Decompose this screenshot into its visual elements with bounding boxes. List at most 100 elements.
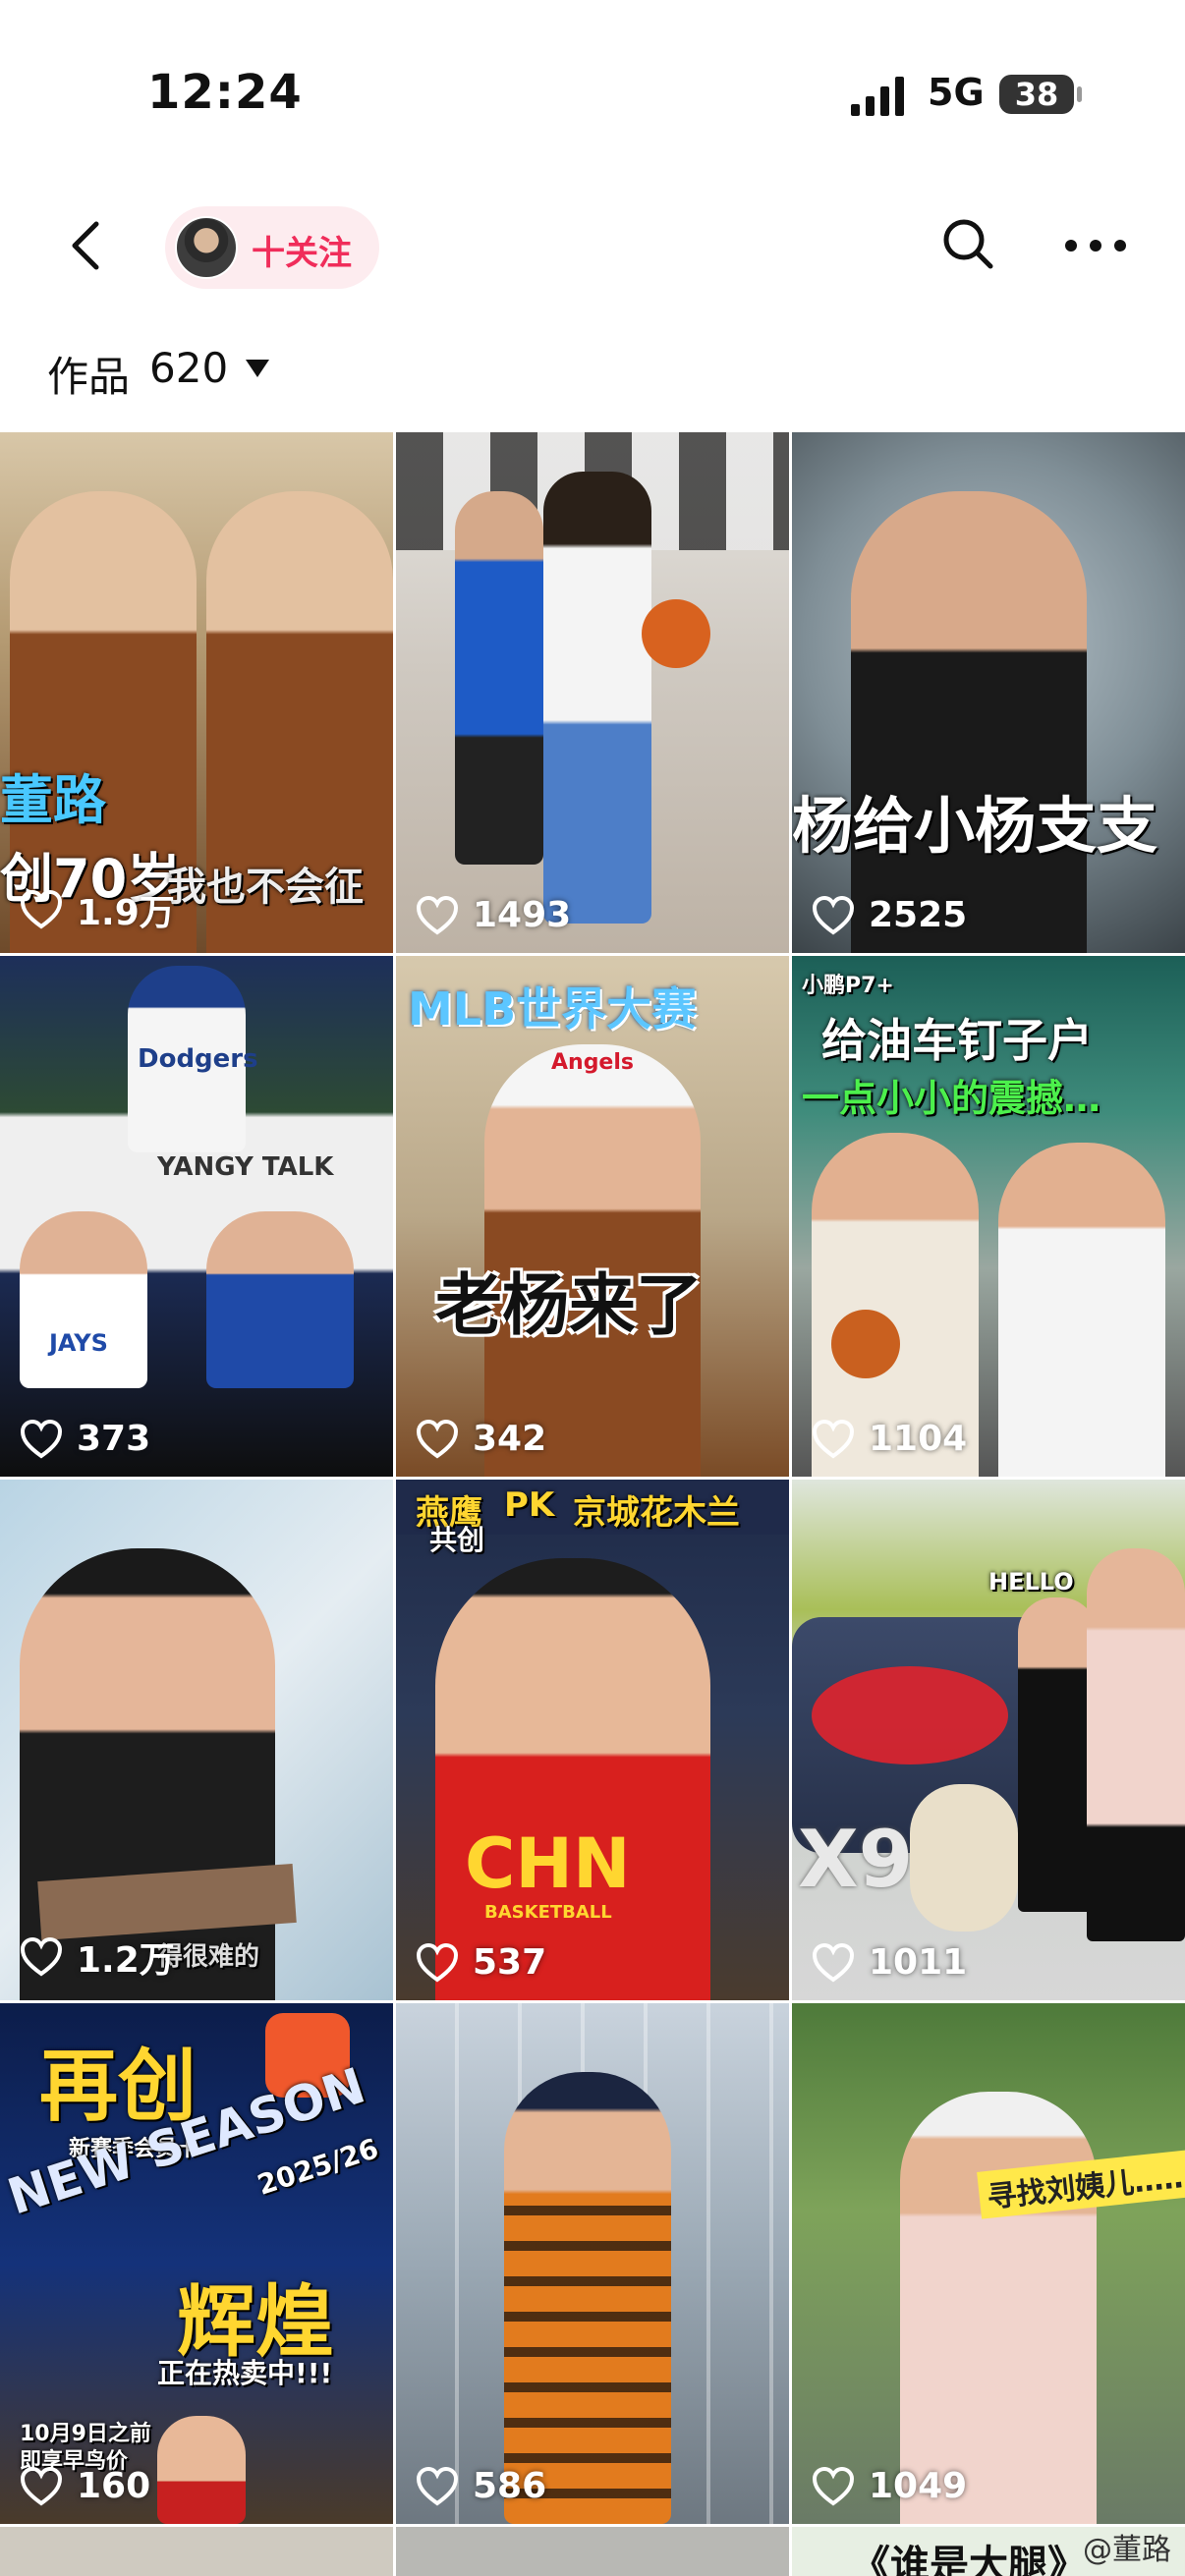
video-tile[interactable]: 再创 新赛季会员卡 NEW SEASON 2025/26 辉煌 正在热卖中!!!… bbox=[0, 2003, 393, 2524]
thumbnail-caption: 正在热卖中!!! bbox=[157, 2357, 333, 2389]
like-count-value: 1493 bbox=[473, 895, 572, 935]
thumbnail-figure bbox=[1018, 1597, 1097, 1912]
video-tile[interactable]: 586 bbox=[396, 2003, 789, 2524]
avatar[interactable] bbox=[175, 216, 238, 279]
video-tile[interactable]: 得很难的 1.2万 bbox=[0, 1480, 393, 2000]
heart-icon bbox=[416, 1942, 459, 1982]
thumbnail-caption: 老杨来了 bbox=[435, 1267, 704, 1345]
thumbnail-figure bbox=[851, 491, 1087, 953]
thumbnail-figure bbox=[435, 1558, 710, 2000]
network-type: 5G bbox=[928, 71, 985, 114]
thumbnail-figure bbox=[20, 1211, 147, 1388]
watermark: @董路 bbox=[1083, 2533, 1171, 2567]
heart-icon bbox=[812, 895, 855, 934]
status-time: 12:24 bbox=[147, 65, 303, 120]
video-tile[interactable] bbox=[396, 2527, 789, 2576]
thumbnail-caption: 董路 bbox=[0, 769, 106, 831]
heart-icon bbox=[20, 890, 63, 929]
thumbnail-figure bbox=[812, 1666, 1008, 1764]
video-tile[interactable]: 寻找刘姨儿…… 1049 bbox=[792, 2003, 1185, 2524]
like-count-value: 373 bbox=[77, 1419, 151, 1459]
status-bar: 12:24 5G 38 bbox=[0, 0, 1185, 187]
heart-icon bbox=[20, 1419, 63, 1458]
thumbnail-figure bbox=[642, 599, 710, 668]
like-count: 1049 bbox=[812, 2466, 967, 2506]
thumbnail-figure bbox=[543, 472, 651, 924]
like-count-value: 1104 bbox=[869, 1419, 968, 1459]
back-icon[interactable] bbox=[59, 216, 118, 275]
like-count-value: 537 bbox=[473, 1942, 547, 1983]
thumbnail-caption: BASKETBALL bbox=[484, 1902, 612, 1923]
video-tile[interactable]: 董路 创70岁 我也不会征 1.9万 bbox=[0, 432, 393, 953]
heart-icon bbox=[812, 1419, 855, 1458]
like-count-value: 342 bbox=[473, 1419, 547, 1459]
thumbnail-figure bbox=[910, 1784, 1018, 1932]
video-tile[interactable]: Dodgers YANGY TALK JAYS 373 bbox=[0, 956, 393, 1477]
like-count-value: 1011 bbox=[869, 1942, 968, 1983]
heart-icon bbox=[20, 2466, 63, 2505]
more-icon[interactable] bbox=[1061, 216, 1130, 275]
works-count: 620 bbox=[149, 344, 229, 392]
thumbnail-caption: 一点小小的震撼… bbox=[802, 1077, 1101, 1120]
follow-button[interactable]: 十关注 bbox=[165, 206, 379, 289]
works-label: 作品 bbox=[47, 353, 131, 401]
thumbnail-caption: 杨给小杨支支 bbox=[792, 790, 1158, 862]
like-count-value: 160 bbox=[77, 2466, 151, 2506]
thumbnail-figure bbox=[900, 2092, 1097, 2524]
search-icon[interactable] bbox=[938, 214, 997, 273]
like-count-value: 2525 bbox=[869, 895, 968, 935]
works-selector[interactable]: 作品 620 bbox=[0, 334, 1185, 413]
video-tile[interactable]: 1493 bbox=[396, 432, 789, 953]
heart-icon bbox=[416, 895, 459, 934]
heart-icon bbox=[812, 1942, 855, 1982]
nav-bar: 十关注 bbox=[0, 187, 1185, 309]
thumbnail-caption: HELLO bbox=[988, 1568, 1074, 1596]
like-count: 160 bbox=[20, 2466, 150, 2506]
like-count: 1104 bbox=[812, 1419, 967, 1459]
signal-icon bbox=[851, 77, 904, 116]
video-tile[interactable] bbox=[0, 2527, 393, 2576]
thumbnail-caption: 我也不会征 bbox=[167, 865, 364, 910]
thumbnail-caption: YANGY TALK bbox=[157, 1152, 334, 1182]
like-count: 2525 bbox=[812, 895, 967, 935]
like-count-value: 1049 bbox=[869, 2466, 968, 2506]
thumbnail-caption: CHN bbox=[465, 1823, 631, 1904]
video-tile[interactable]: 小鹏P7+ 给油车钉子户 一点小小的震撼… 1104 bbox=[792, 956, 1185, 1477]
like-count-value: 1.9万 bbox=[77, 893, 175, 933]
thumbnail-figure bbox=[1087, 1548, 1185, 1941]
like-count-value: 1.2万 bbox=[77, 1940, 175, 1981]
battery-icon: 38 bbox=[999, 75, 1082, 114]
thumbnail-figure bbox=[455, 491, 543, 865]
follow-label: 十关注 bbox=[252, 234, 352, 273]
like-count: 342 bbox=[416, 1419, 546, 1459]
like-count: 537 bbox=[416, 1942, 546, 1983]
thumbnail-figure bbox=[831, 1310, 900, 1378]
like-count-value: 586 bbox=[473, 2466, 547, 2506]
heart-icon bbox=[20, 1937, 63, 1977]
heart-icon bbox=[812, 2466, 855, 2505]
like-count: 586 bbox=[416, 2466, 546, 2506]
thumbnail-figure bbox=[998, 1143, 1165, 1477]
thumbnail-caption: MLB世界大赛 bbox=[408, 982, 698, 1036]
like-count: 1.2万 bbox=[20, 1932, 175, 1983]
video-tile[interactable]: HELLO X9 1011 bbox=[792, 1480, 1185, 2000]
thumbnail-caption: 京城花木兰 bbox=[573, 1493, 740, 1533]
thumbnail-caption: 共创 bbox=[429, 1524, 485, 1556]
like-count: 1.9万 bbox=[20, 884, 175, 935]
like-count: 373 bbox=[20, 1419, 150, 1459]
thumbnail-caption: 《谁是大腿》 bbox=[851, 2543, 1087, 2576]
caret-down-icon bbox=[246, 360, 269, 377]
thumbnail-figure bbox=[157, 2416, 246, 2524]
like-count: 1011 bbox=[812, 1942, 967, 1983]
like-count: 1493 bbox=[416, 895, 571, 935]
thumbnail-caption: 给油车钉子户 bbox=[821, 1014, 1093, 1067]
thumbnail-caption: JAYS bbox=[49, 1329, 108, 1357]
video-grid: 董路 创70岁 我也不会征 1.9万 1493 杨给小杨支支 2525 Dodg… bbox=[0, 432, 1185, 2576]
thumbnail-caption: Angels bbox=[551, 1050, 634, 1075]
video-tile[interactable]: 燕鹰 PK 京城花木兰 共创 CHN BASKETBALL 537 bbox=[396, 1480, 789, 2000]
thumbnail-caption: X9 bbox=[798, 1814, 914, 1905]
video-tile[interactable]: MLB世界大赛 Angels 老杨来了 342 bbox=[396, 956, 789, 1477]
video-tile[interactable]: 杨给小杨支支 2525 bbox=[792, 432, 1185, 953]
thumbnail-caption: PK bbox=[504, 1485, 555, 1525]
thumbnail-caption: 小鹏P7+ bbox=[802, 974, 894, 998]
